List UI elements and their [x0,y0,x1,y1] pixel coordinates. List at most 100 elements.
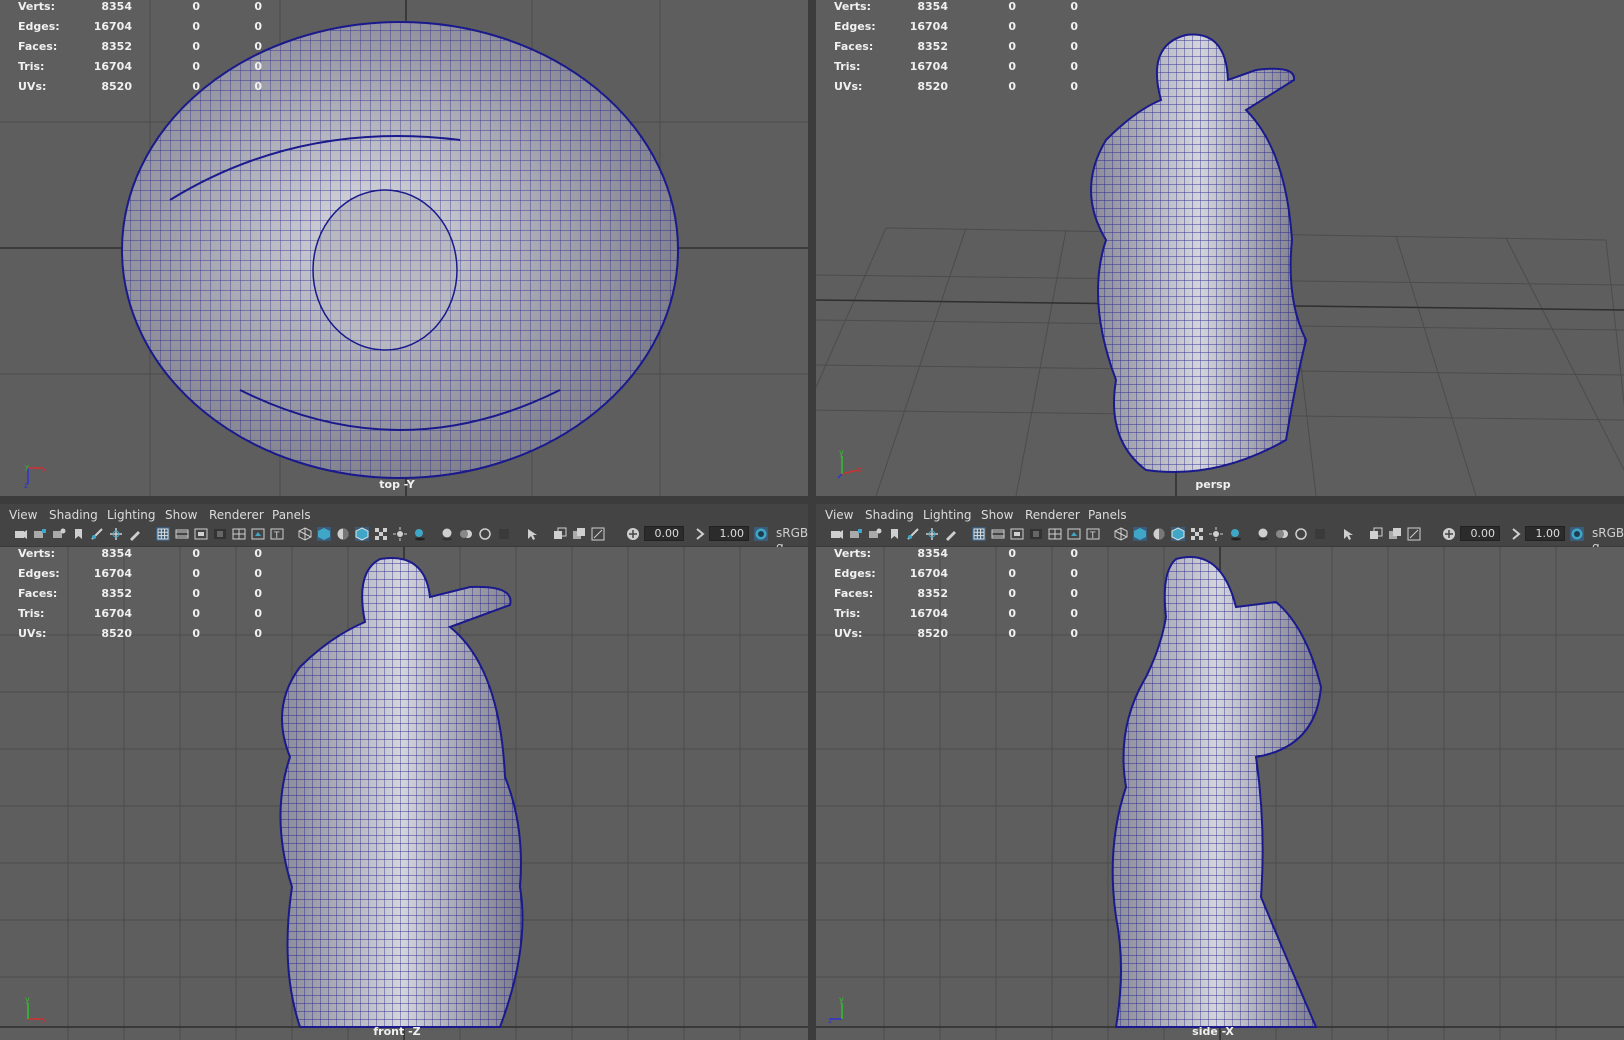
gamma-icon[interactable] [1509,527,1523,541]
mesh-side-view[interactable] [816,547,1624,1040]
menu-view[interactable]: View [825,508,853,522]
motion-blur-icon[interactable] [1275,527,1289,541]
bookmark-camera-icon[interactable] [52,527,66,541]
ambient-occlusion-icon[interactable] [440,527,454,541]
gate-mask-icon[interactable] [213,527,227,541]
textured-icon[interactable] [1190,527,1204,541]
camera-icon[interactable] [14,527,28,541]
backface-culling-icon[interactable] [591,527,605,541]
svg-text:x: x [42,465,47,474]
film-gate-icon[interactable] [175,527,189,541]
menu-lighting[interactable]: Lighting [923,508,972,522]
field-chart-icon[interactable] [1048,527,1062,541]
svg-text:T: T [273,531,280,541]
anti-aliasing-icon[interactable] [1294,527,1308,541]
2d-pan-zoom-icon[interactable] [925,527,939,541]
anti-aliasing-icon[interactable] [478,527,492,541]
menu-renderer[interactable]: Renderer [1025,508,1080,522]
axis-gizmo-icon: x y [25,995,47,1025]
textured-icon[interactable] [374,527,388,541]
color-management-icon[interactable] [1570,527,1584,541]
menu-panels[interactable]: Panels [272,508,311,522]
mesh-top-view[interactable] [0,0,808,496]
menu-view[interactable]: View [9,508,37,522]
default-material-icon[interactable] [1152,527,1166,541]
mesh-front-view[interactable] [0,547,808,1040]
pane-divider[interactable] [0,496,1624,504]
camera-attributes-icon[interactable] [33,527,47,541]
shadows-icon[interactable] [1228,527,1242,541]
image-plane-icon[interactable] [90,527,104,541]
color-management-icon[interactable] [754,527,768,541]
camera-icon[interactable] [830,527,844,541]
safe-title-icon[interactable]: T [1086,527,1100,541]
lights-icon[interactable] [393,527,407,541]
wireframe-icon[interactable] [298,527,312,541]
menu-renderer[interactable]: Renderer [209,508,264,522]
grease-pencil-icon[interactable] [128,527,142,541]
grid-toggle-icon[interactable] [972,527,986,541]
wireframe-on-shaded-icon[interactable] [355,527,369,541]
hud-value: 0 [192,0,200,13]
pane-divider[interactable] [808,0,816,1040]
hud-value: 0 [1070,587,1078,600]
hud-value: 0 [254,547,262,560]
viewport-top[interactable]: Verts: 8354 0 0 Edges: 16704 0 0 Faces: 8352 0 0 … [0,0,808,496]
menu-shading[interactable]: Shading [49,508,98,522]
xray-joints-icon[interactable] [1388,527,1402,541]
menu-shading[interactable]: Shading [865,508,914,522]
hud-value: 0 [1070,60,1078,73]
2d-pan-zoom-icon[interactable] [109,527,123,541]
camera-attributes-icon[interactable] [849,527,863,541]
safe-action-icon[interactable] [251,527,265,541]
exposure-icon[interactable] [626,527,640,541]
exposure-field[interactable]: 0.00 [644,526,684,541]
xray-icon[interactable] [1369,527,1383,541]
image-plane-icon[interactable] [906,527,920,541]
smooth-shade-icon[interactable] [1133,527,1147,541]
menu-show[interactable]: Show [165,508,197,522]
resolution-gate-icon[interactable] [1010,527,1024,541]
menu-lighting[interactable]: Lighting [107,508,156,522]
bookmark-camera-icon[interactable] [868,527,882,541]
bookmark-icon[interactable] [71,527,85,541]
motion-blur-icon[interactable] [459,527,473,541]
gate-mask-icon[interactable] [1029,527,1043,541]
safe-action-icon[interactable] [1067,527,1081,541]
grid-toggle-icon[interactable] [156,527,170,541]
default-material-icon[interactable] [336,527,350,541]
viewport-side[interactable]: Verts: 8354 0 0 Edges: 16704 0 0 Faces: 8352 0 0 … [816,547,1624,1040]
safe-title-icon[interactable]: T [270,527,284,541]
bookmark-icon[interactable] [887,527,901,541]
lights-icon[interactable] [1209,527,1223,541]
hud-value: 8354 [101,547,132,560]
gamma-icon[interactable] [693,527,707,541]
ambient-occlusion-icon[interactable] [1256,527,1270,541]
mesh-persp-view[interactable] [816,0,1624,496]
smooth-shade-icon[interactable] [317,527,331,541]
menu-panels[interactable]: Panels [1088,508,1127,522]
depth-of-field-icon[interactable] [1313,527,1327,541]
depth-of-field-icon[interactable] [497,527,511,541]
hud-label: UVs: [18,627,47,640]
grease-pencil-icon[interactable] [944,527,958,541]
hud-label: Faces: [18,587,58,600]
xray-icon[interactable] [553,527,567,541]
field-chart-icon[interactable] [232,527,246,541]
isolate-select-icon[interactable] [525,527,539,541]
shadows-icon[interactable] [412,527,426,541]
backface-culling-icon[interactable] [1407,527,1421,541]
wireframe-on-shaded-icon[interactable] [1171,527,1185,541]
viewport-persp[interactable]: Verts: 8354 0 0 Edges: 16704 0 0 Faces: 8352 0 0 … [816,0,1624,496]
viewport-front[interactable]: Verts: 8354 0 0 Edges: 16704 0 0 Faces: 8352 0 0 … [0,547,808,1040]
gamma-field[interactable]: 1.00 [1525,526,1565,541]
wireframe-icon[interactable] [1114,527,1128,541]
xray-joints-icon[interactable] [572,527,586,541]
isolate-select-icon[interactable] [1341,527,1355,541]
film-gate-icon[interactable] [991,527,1005,541]
exposure-icon[interactable] [1442,527,1456,541]
resolution-gate-icon[interactable] [194,527,208,541]
gamma-field[interactable]: 1.00 [709,526,749,541]
menu-show[interactable]: Show [981,508,1013,522]
exposure-field[interactable]: 0.00 [1460,526,1500,541]
